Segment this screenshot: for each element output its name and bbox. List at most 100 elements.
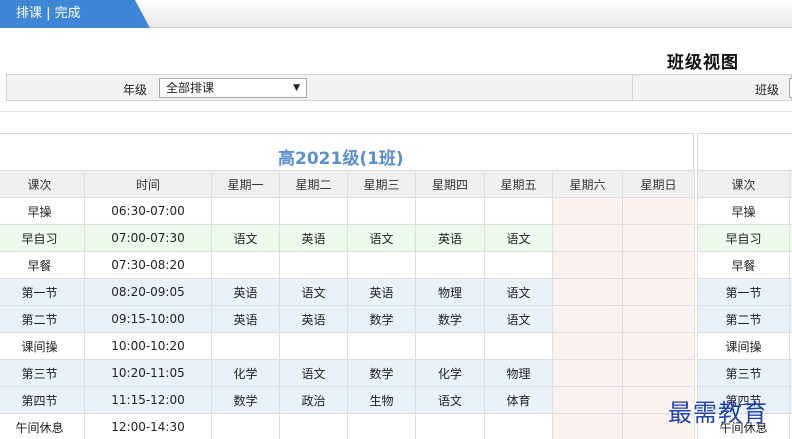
course-cell[interactable] bbox=[622, 278, 695, 306]
course-cell[interactable]: 英语 bbox=[279, 224, 348, 252]
table-row: 第一节 bbox=[697, 278, 792, 306]
course-cell[interactable] bbox=[211, 251, 280, 279]
course-cell[interactable]: 英语 bbox=[211, 305, 280, 333]
column-header: 星期五 bbox=[484, 170, 553, 198]
side-header-period: 课次 bbox=[697, 170, 790, 198]
course-cell[interactable] bbox=[484, 197, 553, 225]
time-cell: 07:30-08:20 bbox=[84, 251, 212, 279]
table-row: 早操 06:30-07:00 bbox=[0, 197, 695, 225]
course-cell[interactable]: 英语 bbox=[415, 224, 485, 252]
course-cell[interactable] bbox=[484, 413, 553, 439]
course-cell[interactable]: 英语 bbox=[347, 278, 416, 306]
period-cell: 第三节 bbox=[0, 359, 85, 387]
time-cell: 09:15-10:00 bbox=[84, 305, 212, 333]
course-cell[interactable]: 语文 bbox=[211, 224, 280, 252]
course-cell[interactable] bbox=[552, 386, 623, 414]
course-cell[interactable] bbox=[622, 359, 695, 387]
table-row: 午间休息 12:00-14:30 bbox=[0, 413, 695, 439]
column-header: 星期日 bbox=[622, 170, 695, 198]
course-cell[interactable]: 化学 bbox=[415, 359, 485, 387]
course-cell[interactable] bbox=[415, 332, 485, 360]
period-cell: 课间操 bbox=[0, 332, 85, 360]
period-cell: 第二节 bbox=[697, 305, 790, 333]
course-cell[interactable] bbox=[415, 197, 485, 225]
course-cell[interactable] bbox=[415, 413, 485, 439]
column-header: 星期一 bbox=[211, 170, 280, 198]
course-cell[interactable] bbox=[279, 332, 348, 360]
course-cell[interactable] bbox=[552, 305, 623, 333]
course-cell[interactable] bbox=[622, 332, 695, 360]
course-cell[interactable]: 政治 bbox=[279, 386, 348, 414]
table-row: 第二节 09:15-10:00 英语 英语 数学 数学 语文 bbox=[0, 305, 695, 333]
course-cell[interactable] bbox=[347, 197, 416, 225]
course-cell[interactable] bbox=[552, 278, 623, 306]
time-cell: 11:15-12:00 bbox=[84, 386, 212, 414]
course-cell[interactable] bbox=[415, 251, 485, 279]
course-cell[interactable] bbox=[622, 251, 695, 279]
table-row: 第一节 08:20-09:05 英语 语文 英语 物理 语文 bbox=[0, 278, 695, 306]
period-cell: 第一节 bbox=[0, 278, 85, 306]
page-title: 班级视图 bbox=[667, 53, 739, 73]
period-cell: 第四节 bbox=[0, 386, 85, 414]
course-cell[interactable]: 生物 bbox=[347, 386, 416, 414]
course-cell[interactable] bbox=[484, 332, 553, 360]
course-cell[interactable]: 语文 bbox=[279, 278, 348, 306]
grade-select-value: 全部排课 bbox=[166, 81, 215, 95]
course-cell[interactable] bbox=[484, 251, 553, 279]
period-cell: 早餐 bbox=[697, 251, 790, 279]
table-row: 第三节 bbox=[697, 359, 792, 387]
course-cell[interactable] bbox=[552, 413, 623, 439]
course-cell[interactable]: 语文 bbox=[279, 359, 348, 387]
course-cell[interactable] bbox=[622, 224, 695, 252]
course-cell[interactable]: 语文 bbox=[484, 224, 553, 252]
period-cell: 第二节 bbox=[0, 305, 85, 333]
course-cell[interactable] bbox=[552, 197, 623, 225]
table-row: 早自习 07:00-07:30 语文 英语 语文 英语 语文 bbox=[0, 224, 695, 252]
period-cell: 早操 bbox=[0, 197, 85, 225]
time-cell: 07:00-07:30 bbox=[84, 224, 212, 252]
course-cell[interactable] bbox=[552, 251, 623, 279]
period-cell: 第三节 bbox=[697, 359, 790, 387]
course-cell[interactable]: 数学 bbox=[347, 359, 416, 387]
course-cell[interactable]: 化学 bbox=[211, 359, 280, 387]
grade-select[interactable]: 全部排课 ▼ bbox=[159, 78, 307, 98]
course-cell[interactable] bbox=[279, 413, 348, 439]
period-cell: 早自习 bbox=[0, 224, 85, 252]
course-cell[interactable] bbox=[552, 359, 623, 387]
course-cell[interactable] bbox=[347, 251, 416, 279]
course-cell[interactable] bbox=[622, 197, 695, 225]
course-cell[interactable] bbox=[347, 332, 416, 360]
course-cell[interactable]: 语文 bbox=[484, 305, 553, 333]
course-cell[interactable] bbox=[347, 413, 416, 439]
course-cell[interactable] bbox=[211, 413, 280, 439]
tab-schedule-complete[interactable]: 排课 | 完成 bbox=[0, 0, 150, 28]
dropdown-arrow-icon: ▼ bbox=[293, 83, 300, 93]
course-cell[interactable] bbox=[211, 332, 280, 360]
course-cell[interactable] bbox=[622, 305, 695, 333]
course-cell[interactable]: 英语 bbox=[211, 278, 280, 306]
course-cell[interactable]: 语文 bbox=[415, 386, 485, 414]
course-cell[interactable]: 数学 bbox=[347, 305, 416, 333]
period-cell: 早操 bbox=[697, 197, 790, 225]
course-cell[interactable]: 物理 bbox=[415, 278, 485, 306]
time-cell: 08:20-09:05 bbox=[84, 278, 212, 306]
course-cell[interactable]: 语文 bbox=[484, 278, 553, 306]
period-cell: 早自习 bbox=[697, 224, 790, 252]
course-cell[interactable] bbox=[279, 197, 348, 225]
time-cell: 10:00-10:20 bbox=[84, 332, 212, 360]
period-cell: 早餐 bbox=[0, 251, 85, 279]
course-cell[interactable]: 体育 bbox=[484, 386, 553, 414]
divider bbox=[0, 111, 792, 112]
course-cell[interactable]: 数学 bbox=[415, 305, 485, 333]
course-cell[interactable]: 语文 bbox=[347, 224, 416, 252]
course-cell[interactable] bbox=[211, 197, 280, 225]
course-cell[interactable]: 数学 bbox=[211, 386, 280, 414]
course-cell[interactable]: 英语 bbox=[279, 305, 348, 333]
course-cell[interactable] bbox=[552, 224, 623, 252]
class-label: 班级 bbox=[755, 83, 780, 97]
period-cell: 课间操 bbox=[697, 332, 790, 360]
course-cell[interactable] bbox=[279, 251, 348, 279]
column-header: 星期四 bbox=[415, 170, 485, 198]
course-cell[interactable] bbox=[552, 332, 623, 360]
course-cell[interactable]: 物理 bbox=[484, 359, 553, 387]
